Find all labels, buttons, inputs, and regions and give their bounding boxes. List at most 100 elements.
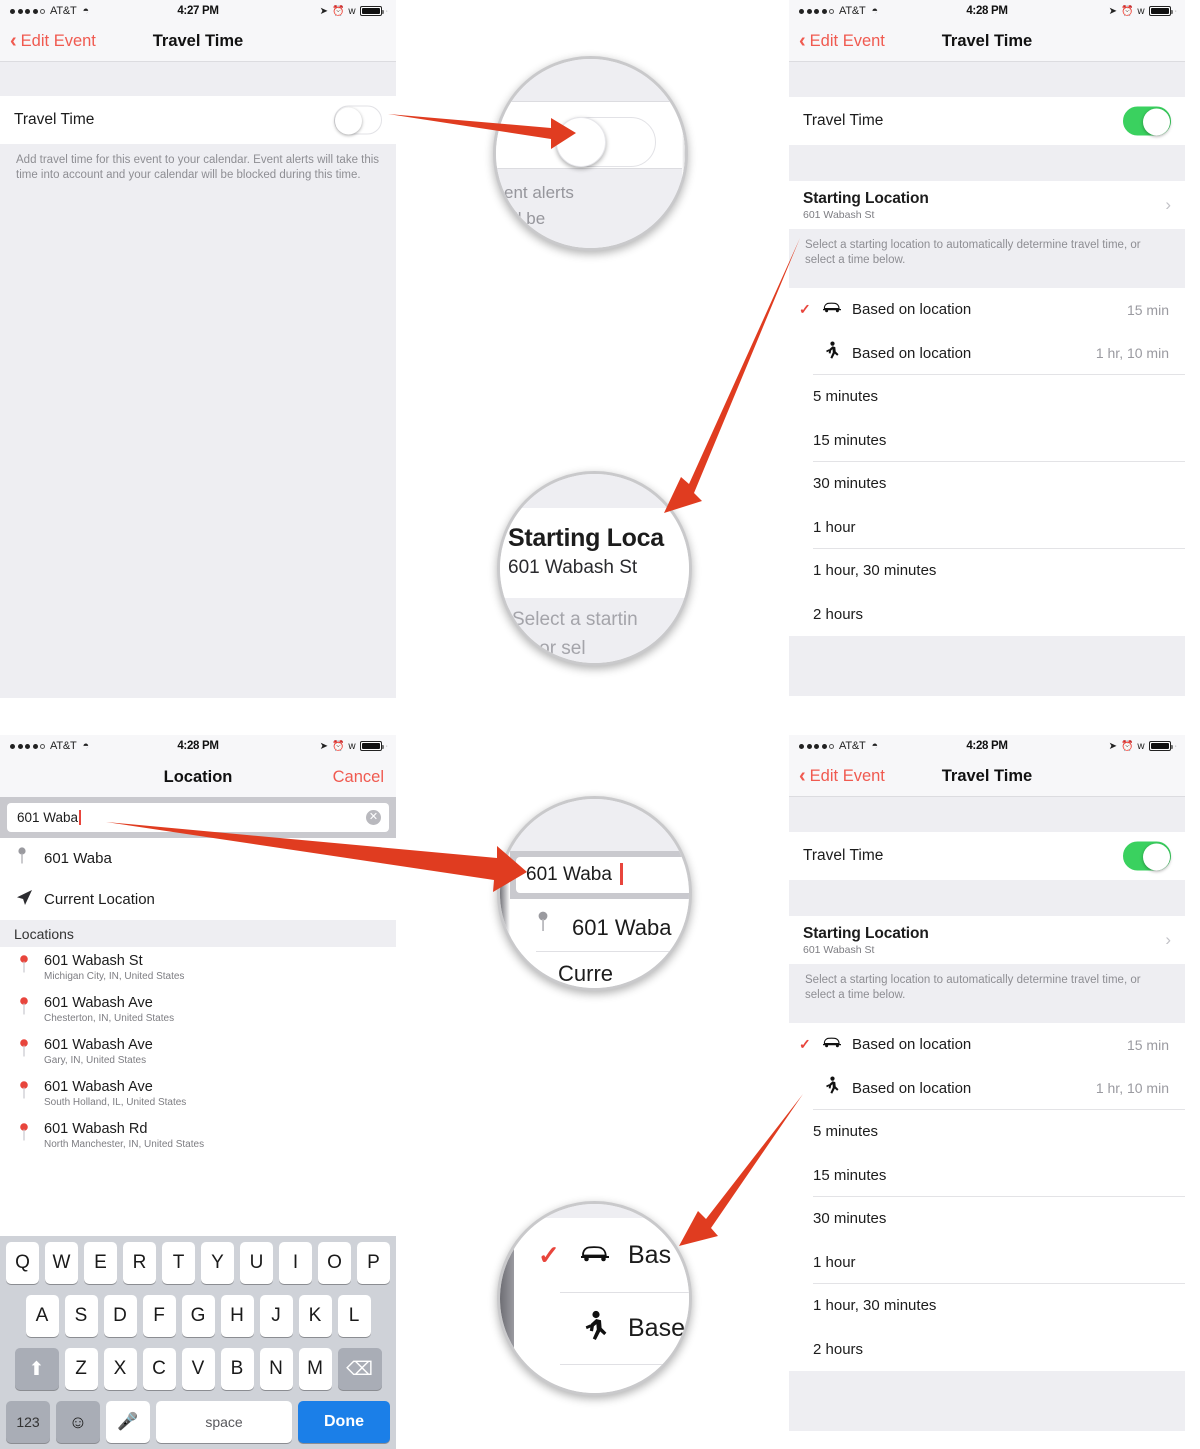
option-row-walk[interactable]: Based on location 1 hr, 10 min <box>789 1066 1185 1110</box>
option-row-1-hour[interactable]: 1 hour <box>789 505 1185 549</box>
onscreen-keyboard: Q W E R T Y U I O P A S D F G H J K L ⬆ … <box>0 1236 396 1449</box>
key-v[interactable]: V <box>181 1348 215 1390</box>
nav-bar: ‹ Edit Event Travel Time <box>789 22 1185 62</box>
phone-panel-location-search: AT&T ◓ 4:28 PM ➤ ⏰ w · Location Cancel 6… <box>0 735 396 1449</box>
key-r[interactable]: R <box>123 1242 156 1284</box>
option-row-2-hours[interactable]: 2 hours <box>789 592 1185 636</box>
space-key[interactable]: space <box>156 1401 292 1443</box>
search-input[interactable]: 601 Waba ✕ <box>7 803 389 832</box>
key-c[interactable]: C <box>142 1348 176 1390</box>
magnified-option-label-2: Base <box>628 1314 685 1342</box>
option-label: 2 hours <box>813 605 864 623</box>
option-label: 1 hour, 30 minutes <box>813 1297 937 1315</box>
option-row-1-hour-30-minutes[interactable]: 1 hour, 30 minutes <box>789 549 1185 593</box>
key-o[interactable]: O <box>318 1242 351 1284</box>
travel-time-toggle-row[interactable]: Travel Time <box>0 96 396 144</box>
bottom-gap <box>789 1371 1185 1431</box>
travel-time-toggle[interactable] <box>334 105 382 135</box>
key-h[interactable]: H <box>220 1295 254 1337</box>
option-row-car[interactable]: ✓ Based on location 15 min <box>789 1023 1185 1067</box>
magnifier-based-on-location: ✓ Bas Base <box>497 1201 692 1396</box>
option-row-walk[interactable]: Based on location 1 hr, 10 min <box>789 331 1185 375</box>
option-row-1-hour[interactable]: 1 hour <box>789 1240 1185 1284</box>
travel-time-toggle[interactable] <box>1123 106 1171 136</box>
key-s[interactable]: S <box>64 1295 98 1337</box>
section-gap <box>789 880 1185 916</box>
key-k[interactable]: K <box>298 1295 332 1337</box>
suggestion-row-current-location[interactable]: Current Location <box>0 879 396 920</box>
status-bar-right: ➤ ⏰ w · <box>1109 741 1177 752</box>
key-l[interactable]: L <box>337 1295 371 1337</box>
key-f[interactable]: F <box>142 1295 176 1337</box>
alarm-icon: ⏰ <box>1120 5 1134 17</box>
key-b[interactable]: B <box>220 1348 254 1390</box>
option-row-15-minutes[interactable]: 15 minutes <box>789 418 1185 462</box>
starting-location-value: 601 Wabash St <box>803 944 875 956</box>
key-t[interactable]: T <box>162 1242 195 1284</box>
travel-time-label: Travel Time <box>803 847 884 864</box>
key-n[interactable]: N <box>259 1348 293 1390</box>
key-g[interactable]: G <box>181 1295 215 1337</box>
key-q[interactable]: Q <box>6 1242 39 1284</box>
option-label: 30 minutes <box>813 475 887 493</box>
location-result-row[interactable]: 601 Wabash Rd North Manchester, IN, Unit… <box>0 1115 396 1157</box>
clear-icon[interactable]: ✕ <box>366 810 381 825</box>
starting-location-value: 601 Wabash St <box>803 209 875 221</box>
key-a[interactable]: A <box>25 1295 59 1337</box>
option-row-car[interactable]: ✓ Based on location 15 min <box>789 288 1185 332</box>
section-gap <box>789 62 1185 97</box>
done-button[interactable]: Done <box>298 1401 390 1443</box>
toggle-knob <box>335 107 362 135</box>
starting-location-row[interactable]: Starting Location 601 Wabash St › <box>789 181 1185 229</box>
option-label: 30 minutes <box>813 1210 887 1228</box>
option-row-5-minutes[interactable]: 5 minutes <box>789 1110 1185 1154</box>
location-result-subtitle: North Manchester, IN, United States <box>44 1139 205 1150</box>
option-row-1-hour-30-minutes[interactable]: 1 hour, 30 minutes <box>789 1284 1185 1328</box>
emoji-icon[interactable]: ☺ <box>56 1401 100 1443</box>
key-d[interactable]: D <box>103 1295 137 1337</box>
map-pin-red-icon <box>18 1079 44 1108</box>
option-row-30-minutes[interactable]: 30 minutes <box>789 462 1185 506</box>
map-pin-red-icon <box>18 1121 44 1150</box>
key-p[interactable]: P <box>357 1242 390 1284</box>
key-m[interactable]: M <box>298 1348 332 1390</box>
location-result-row[interactable]: 601 Wabash Ave Chesterton, IN, United St… <box>0 989 396 1031</box>
location-result-row[interactable]: 601 Wabash St Michigan City, IN, United … <box>0 947 396 989</box>
travel-time-toggle[interactable] <box>1123 841 1171 871</box>
location-result-title: 601 Wabash Rd <box>44 1121 148 1137</box>
bluetooth-icon: w <box>1137 5 1145 17</box>
key-u[interactable]: U <box>240 1242 273 1284</box>
chevron-right-icon: › <box>1165 930 1171 949</box>
option-label: 5 minutes <box>813 388 879 406</box>
starting-location-row[interactable]: Starting Location 601 Wabash St › <box>789 916 1185 964</box>
microphone-icon[interactable]: 🎤 <box>106 1401 150 1443</box>
arrow-to-based-on-location <box>679 1094 803 1246</box>
option-row-5-minutes[interactable]: 5 minutes <box>789 375 1185 419</box>
cancel-button[interactable]: Cancel <box>333 768 384 787</box>
suggestion-row-typed[interactable]: 601 Waba <box>0 838 396 879</box>
walk-icon <box>821 341 843 366</box>
travel-time-toggle-row[interactable]: Travel Time <box>789 97 1185 145</box>
numbers-key[interactable]: 123 <box>6 1401 50 1443</box>
key-w[interactable]: W <box>45 1242 78 1284</box>
backspace-icon[interactable]: ⌫ <box>337 1348 382 1390</box>
key-e[interactable]: E <box>84 1242 117 1284</box>
key-i[interactable]: I <box>279 1242 312 1284</box>
key-x[interactable]: X <box>103 1348 137 1390</box>
key-y[interactable]: Y <box>201 1242 234 1284</box>
location-result-subtitle: Chesterton, IN, United States <box>44 1013 175 1024</box>
travel-time-footnote: Add travel time for this event to your c… <box>0 144 396 698</box>
option-row-15-minutes[interactable]: 15 minutes <box>789 1153 1185 1197</box>
location-result-row[interactable]: 601 Wabash Ave Gary, IN, United States <box>0 1031 396 1073</box>
option-row-30-minutes[interactable]: 30 minutes <box>789 1197 1185 1241</box>
checkmark-icon: ✓ <box>799 301 811 318</box>
key-j[interactable]: J <box>259 1295 293 1337</box>
location-result-row[interactable]: 601 Wabash Ave South Holland, IL, United… <box>0 1073 396 1115</box>
starting-location-footnote: Select a starting location to automatica… <box>789 964 1185 1023</box>
key-z[interactable]: Z <box>64 1348 98 1390</box>
travel-time-toggle-row[interactable]: Travel Time <box>789 832 1185 880</box>
shift-icon[interactable]: ⬆ <box>14 1348 59 1390</box>
magnifier-travel-time-toggle: ent alerts ll be <box>493 56 688 251</box>
status-bar: AT&T ◓ 4:27 PM ➤ ⏰ w · <box>0 0 396 22</box>
option-row-2-hours[interactable]: 2 hours <box>789 1327 1185 1371</box>
